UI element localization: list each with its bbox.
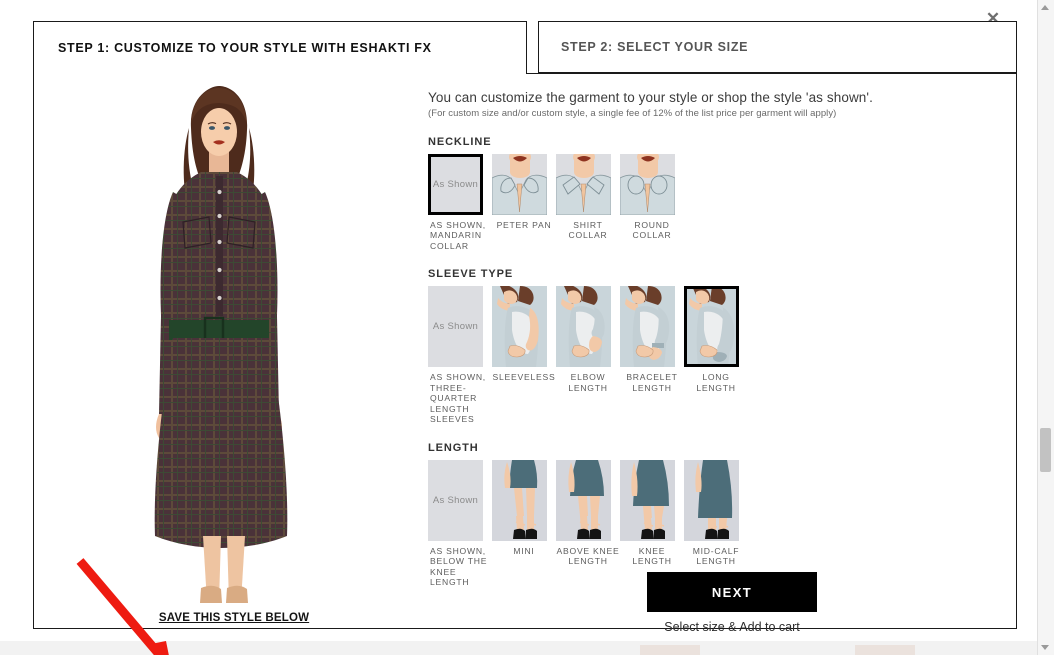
round-collar-icon <box>620 154 675 215</box>
tab-step-2[interactable]: STEP 2: SELECT YOUR SIZE <box>538 21 1017 73</box>
step-tabs: STEP 1: CUSTOMIZE TO YOUR STYLE WITH ESH… <box>33 21 1017 74</box>
mid-calf-length-icon <box>684 459 739 541</box>
background-thumbnail <box>640 645 700 655</box>
neckline-options-row: As Shown AS SHOWN, MANDARIN COLLAR PETER… <box>428 154 1003 251</box>
length-option-mini[interactable]: MINI <box>492 459 556 556</box>
scroll-up-arrow-icon[interactable] <box>1041 5 1049 10</box>
neckline-option-shirt-collar[interactable]: SHIRT COLLAR <box>556 154 620 241</box>
intro-headline: You can customize the garment to your st… <box>428 90 873 105</box>
tab-step-1-label: STEP 1: CUSTOMIZE TO YOUR STYLE WITH ESH… <box>58 41 432 55</box>
model-photo <box>154 86 288 603</box>
length-option-as-shown[interactable]: As Shown AS SHOWN, BELOW THE KNEE LENGTH <box>428 459 492 588</box>
neckline-option-as-shown[interactable]: As Shown AS SHOWN, MANDARIN COLLAR <box>428 154 492 251</box>
neckline-option-caption: SHIRT COLLAR <box>568 220 608 241</box>
long-length-icon <box>684 286 739 368</box>
length-option-caption: ABOVE KNEE LENGTH <box>556 545 620 567</box>
sleeve-option-caption: ELBOW LENGTH <box>568 372 608 393</box>
sleeve-option-sleeveless[interactable]: SLEEVELESS <box>492 286 556 382</box>
page-bottom-strip <box>0 641 1038 655</box>
neckline-option-round-collar[interactable]: ROUND COLLAR <box>620 154 684 241</box>
as-shown-label: As Shown <box>432 321 479 333</box>
length-option-mid-calf[interactable]: MID-CALF LENGTH <box>684 459 748 567</box>
bracelet-length-icon <box>620 286 675 368</box>
sleeve-option-caption: SLEEVELESS <box>492 372 556 383</box>
length-options-row: As Shown AS SHOWN, BELOW THE KNEE LENGTH <box>428 459 1003 588</box>
above-knee-length-icon <box>556 459 611 541</box>
model-preview: SAVE THIS STYLE BELOW <box>34 74 404 655</box>
length-option-knee[interactable]: KNEE LENGTH <box>620 459 684 567</box>
next-action-area: NEXT Select size & Add to cart <box>647 572 817 634</box>
section-title-neckline: NECKLINE <box>428 136 492 148</box>
length-option-caption: MID-CALF LENGTH <box>692 545 740 567</box>
knee-length-icon <box>620 459 675 541</box>
length-option-above-knee[interactable]: ABOVE KNEE LENGTH <box>556 459 620 567</box>
neckline-option-peter-pan[interactable]: PETER PAN <box>492 154 556 230</box>
sleeve-option-as-shown[interactable]: As Shown AS SHOWN, THREE-QUARTER LENGTH … <box>428 286 492 424</box>
as-shown-label: As Shown <box>432 494 479 506</box>
next-subtext: Select size & Add to cart <box>664 620 800 634</box>
peter-pan-collar-icon <box>492 154 547 215</box>
scrollbar-thumb[interactable] <box>1040 428 1051 472</box>
mini-length-icon <box>492 459 547 541</box>
next-button[interactable]: NEXT <box>647 572 817 612</box>
neckline-option-caption: PETER PAN <box>496 220 552 230</box>
sleeve-option-elbow-length[interactable]: ELBOW LENGTH <box>556 286 620 393</box>
page-scrollbar[interactable] <box>1037 0 1054 655</box>
neckline-as-shown-swatch: As Shown <box>428 154 483 215</box>
as-shown-label: As Shown <box>432 179 479 190</box>
intro-subline: (For custom size and/or custom style, a … <box>428 108 837 119</box>
neckline-option-caption: AS SHOWN, MANDARIN COLLAR <box>430 220 486 251</box>
sleeve-option-caption: AS SHOWN, THREE-QUARTER LENGTH SLEEVES <box>430 372 486 425</box>
shirt-collar-icon <box>556 154 611 215</box>
customize-modal: ✕ STEP 1: CUSTOMIZE TO YOUR STYLE WITH E… <box>22 6 1017 655</box>
elbow-length-icon <box>556 286 611 368</box>
customize-panel: SAVE THIS STYLE BELOW You can customize … <box>33 73 1017 655</box>
screen: ✕ STEP 1: CUSTOMIZE TO YOUR STYLE WITH E… <box>0 0 1054 655</box>
section-title-length: LENGTH <box>428 441 479 454</box>
background-thumbnail <box>855 645 915 655</box>
sleeve-as-shown-swatch: As Shown <box>428 286 483 368</box>
length-option-caption: KNEE LENGTH <box>632 545 672 567</box>
sleeve-option-bracelet-length[interactable]: BRACELET LENGTH <box>620 286 684 393</box>
sleeve-option-long-length[interactable]: LONG LENGTH <box>684 286 748 393</box>
tab-step-2-label: STEP 2: SELECT YOUR SIZE <box>561 40 749 54</box>
length-as-shown-swatch: As Shown <box>428 459 483 541</box>
sleeve-option-caption: LONG LENGTH <box>696 372 736 393</box>
scroll-down-arrow-icon[interactable] <box>1041 645 1049 650</box>
sleeve-options-row: As Shown AS SHOWN, THREE-QUARTER LENGTH … <box>428 286 1003 424</box>
sleeve-option-caption: BRACELET LENGTH <box>626 372 678 393</box>
save-this-style-link[interactable]: SAVE THIS STYLE BELOW <box>154 612 314 624</box>
tab-step-1[interactable]: STEP 1: CUSTOMIZE TO YOUR STYLE WITH ESH… <box>33 21 527 74</box>
length-option-caption: AS SHOWN, BELOW THE KNEE LENGTH <box>430 545 488 588</box>
sleeveless-icon <box>492 286 547 368</box>
neckline-option-caption: ROUND COLLAR <box>632 220 672 241</box>
length-option-caption: MINI <box>513 545 535 556</box>
section-title-sleeve-type: SLEEVE TYPE <box>428 268 514 281</box>
customization-options: You can customize the garment to your st… <box>428 90 1003 588</box>
